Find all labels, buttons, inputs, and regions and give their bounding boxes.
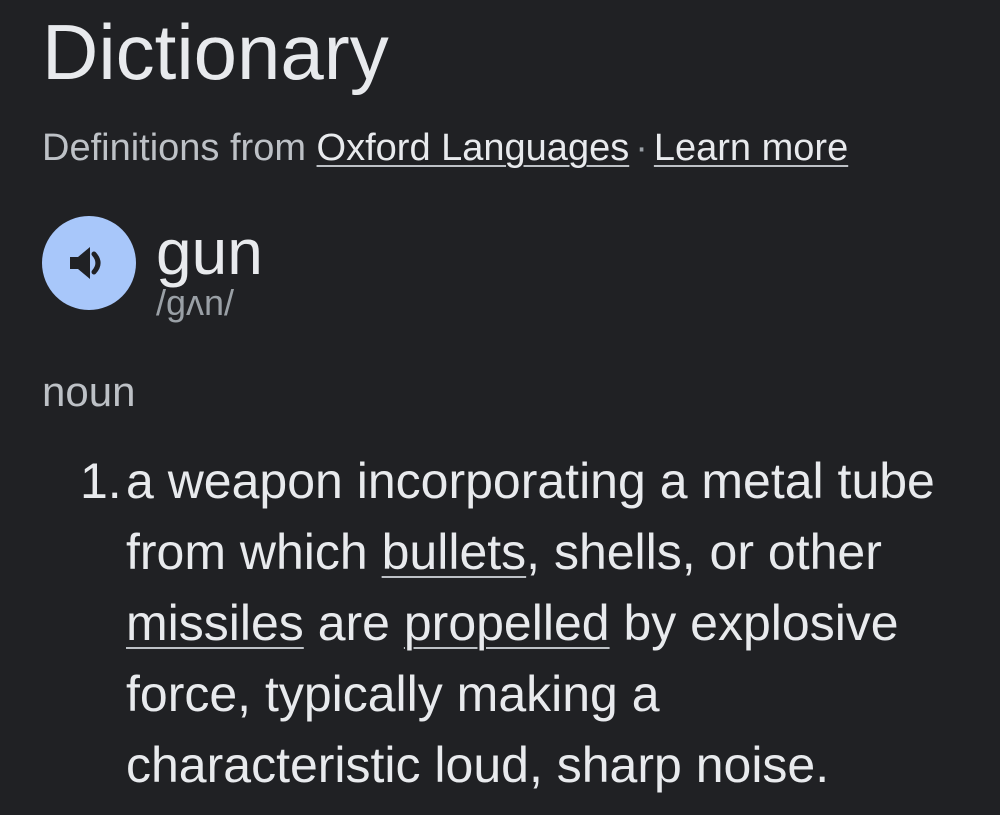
volume-icon [68, 245, 110, 281]
pronunciation-play-button[interactable] [42, 216, 136, 310]
source-line: Definitions from Oxford Languages · Learn … [42, 124, 848, 172]
headword: gun [156, 216, 263, 288]
definition-text-segment: are [303, 595, 404, 651]
definition-term-link[interactable]: missiles [126, 595, 304, 651]
definition-term-link[interactable]: propelled [404, 595, 610, 651]
definition-text: a weapon incorporating a metal tube from… [126, 446, 966, 801]
source-separator: · [635, 127, 648, 169]
definition-text-segment: , shells, or other [526, 524, 882, 580]
definition-item: 1. a weapon incorporating a metal tube fr… [80, 446, 980, 801]
part-of-speech: noun [42, 368, 136, 415]
source-prefix: Definitions from [42, 127, 317, 169]
definition-list: 1. a weapon incorporating a metal tube fr… [80, 446, 980, 801]
definition-term-link[interactable]: bullets [382, 524, 527, 580]
dictionary-title: Dictionary [42, 8, 389, 96]
definition-number: 1. [80, 453, 122, 509]
oxford-languages-link[interactable]: Oxford Languages [317, 127, 630, 169]
learn-more-link[interactable]: Learn more [654, 127, 848, 169]
phonetic-spelling: /ɡʌn/ [156, 282, 235, 323]
